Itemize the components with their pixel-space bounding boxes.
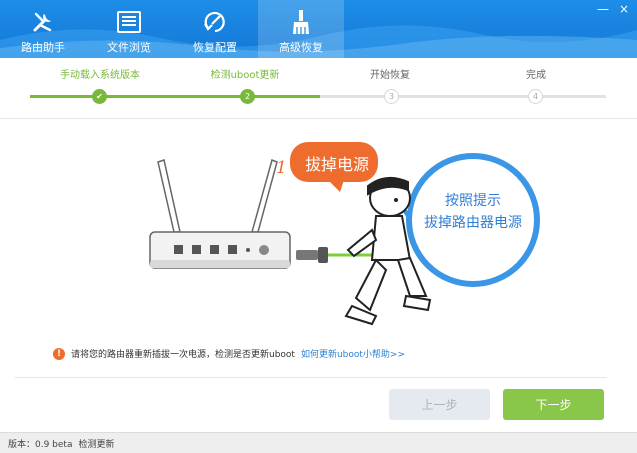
main-nav: 路由助手 文件浏览 恢复配置 高级恢复 — [0, 0, 344, 58]
circle-line-1: 按照提示 — [445, 193, 501, 209]
header-bar: 路由助手 文件浏览 恢复配置 高级恢复 — × — [0, 0, 637, 58]
version-label: 版本：0.9 beta — [8, 439, 73, 450]
nav-label-file-browse: 文件浏览 — [107, 41, 151, 54]
nav-item-file-browse[interactable]: 文件浏览 — [86, 0, 172, 58]
notice-text: 请将您的路由器重新插拔一次电源，检测是否更新uboot — [71, 350, 295, 360]
circle-line-2: 拔掉路由器电源 — [424, 215, 522, 231]
prev-button[interactable]: 上一步 — [389, 389, 490, 420]
nav-item-advanced-restore[interactable]: 高级恢复 — [258, 0, 344, 58]
check-update-link[interactable]: 检测更新 — [78, 437, 114, 450]
step-label-4: 完成 — [526, 70, 546, 81]
step-dot-4: 4 — [528, 89, 543, 104]
step-label-1: 手动载入系统版本 — [60, 70, 140, 81]
nav-label-advanced-restore: 高级恢复 — [279, 41, 323, 54]
file-list-icon — [115, 9, 143, 35]
close-button[interactable]: × — [619, 2, 629, 16]
nav-label-restore-config: 恢复配置 — [193, 41, 237, 54]
nav-item-restore-config[interactable]: 恢复配置 — [172, 0, 258, 58]
step-label-2: 检测uboot更新 — [210, 70, 280, 81]
step-1: 手动载入系统版本 — [30, 66, 170, 81]
step-line-todo — [320, 95, 606, 98]
help-link[interactable]: 如何更新uboot小帮助>> — [301, 347, 405, 360]
bottom-divider — [15, 377, 607, 378]
brush-icon — [287, 9, 315, 35]
top-divider — [0, 118, 637, 119]
restore-icon — [201, 9, 229, 35]
notice-row: ! 请将您的路由器重新插拔一次电源，检测是否更新uboot 如何更新uboot小… — [53, 347, 405, 360]
unplug-illustration: 1 拔掉电源 按照提示 拔掉路由器电源 — [140, 120, 540, 340]
nav-item-router-helper[interactable]: 路由助手 — [0, 0, 86, 58]
status-bar: 版本：0.9 beta 检测更新 — [0, 432, 637, 453]
step-2: 检测uboot更新 — [175, 66, 315, 81]
next-button[interactable]: 下一步 — [503, 389, 604, 420]
step-dot-2: 2 — [240, 89, 255, 104]
window-controls: — × — [597, 2, 629, 16]
minimize-button[interactable]: — — [597, 2, 609, 16]
bubble-text: 拔掉电源 — [304, 155, 369, 174]
step-label-3: 开始恢复 — [370, 70, 410, 81]
step-4: 完成 — [466, 66, 606, 81]
app-window: 路由助手 文件浏览 恢复配置 高级恢复 — × 手动载入系统版本 ✔ 检测ubo… — [0, 0, 637, 453]
progress-stepper: 手动载入系统版本 ✔ 检测uboot更新 2 开始恢复 3 完成 4 — [30, 66, 606, 106]
step-3: 开始恢复 — [320, 66, 460, 81]
check-icon: ✔ — [92, 89, 107, 104]
wrench-screwdriver-icon — [29, 9, 57, 35]
warning-icon: ! — [53, 347, 65, 360]
step-number-label: 1 — [276, 158, 287, 178]
circle-instruction: 按照提示 拔掉路由器电源 — [413, 190, 533, 234]
nav-label-router-helper: 路由助手 — [21, 41, 65, 54]
step-dot-3: 3 — [384, 89, 399, 104]
